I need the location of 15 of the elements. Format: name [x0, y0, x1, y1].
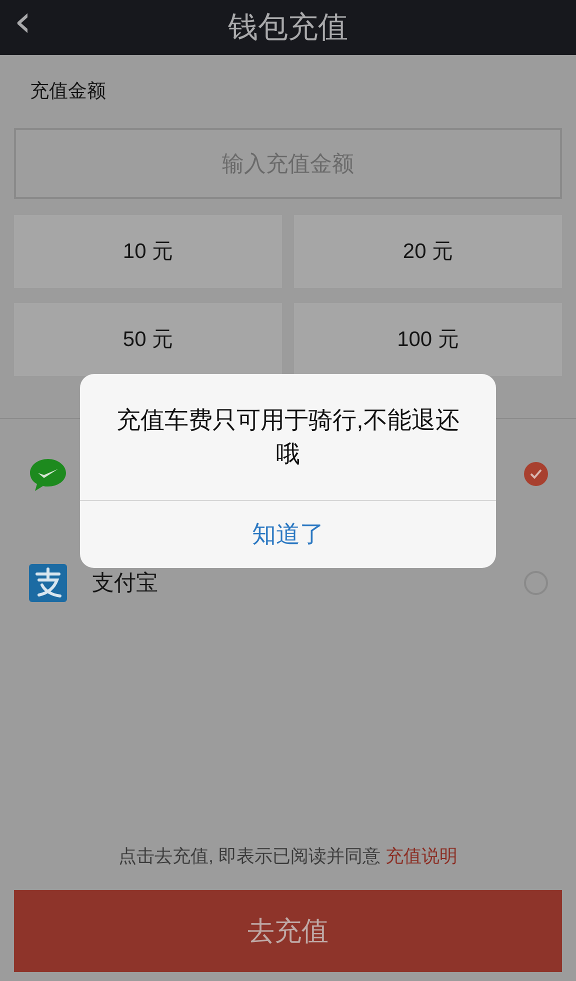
amount-option[interactable]: 50 元: [14, 303, 282, 376]
page-title: 钱包充值: [228, 10, 348, 46]
alipay-icon: [28, 562, 68, 602]
dialog-message: 充值车费只可用于骑行,不能退还哦: [116, 406, 460, 470]
amount-option[interactable]: 100 元: [294, 303, 562, 376]
payment-label: 支付宝: [92, 569, 158, 597]
back-button[interactable]: ‹: [14, 0, 32, 44]
section-label: 充值金额: [30, 80, 106, 104]
amount-option[interactable]: 20 元: [294, 215, 562, 288]
radio-button[interactable]: [524, 462, 548, 486]
amount-option[interactable]: 10 元: [14, 215, 282, 288]
agreement-text: 点击去充值, 即表示已阅读并同意 充值说明: [117, 845, 458, 868]
check-icon: [529, 466, 543, 480]
ok-button[interactable]: 知道了: [80, 501, 496, 568]
submit-button[interactable]: 去充值: [14, 890, 562, 972]
